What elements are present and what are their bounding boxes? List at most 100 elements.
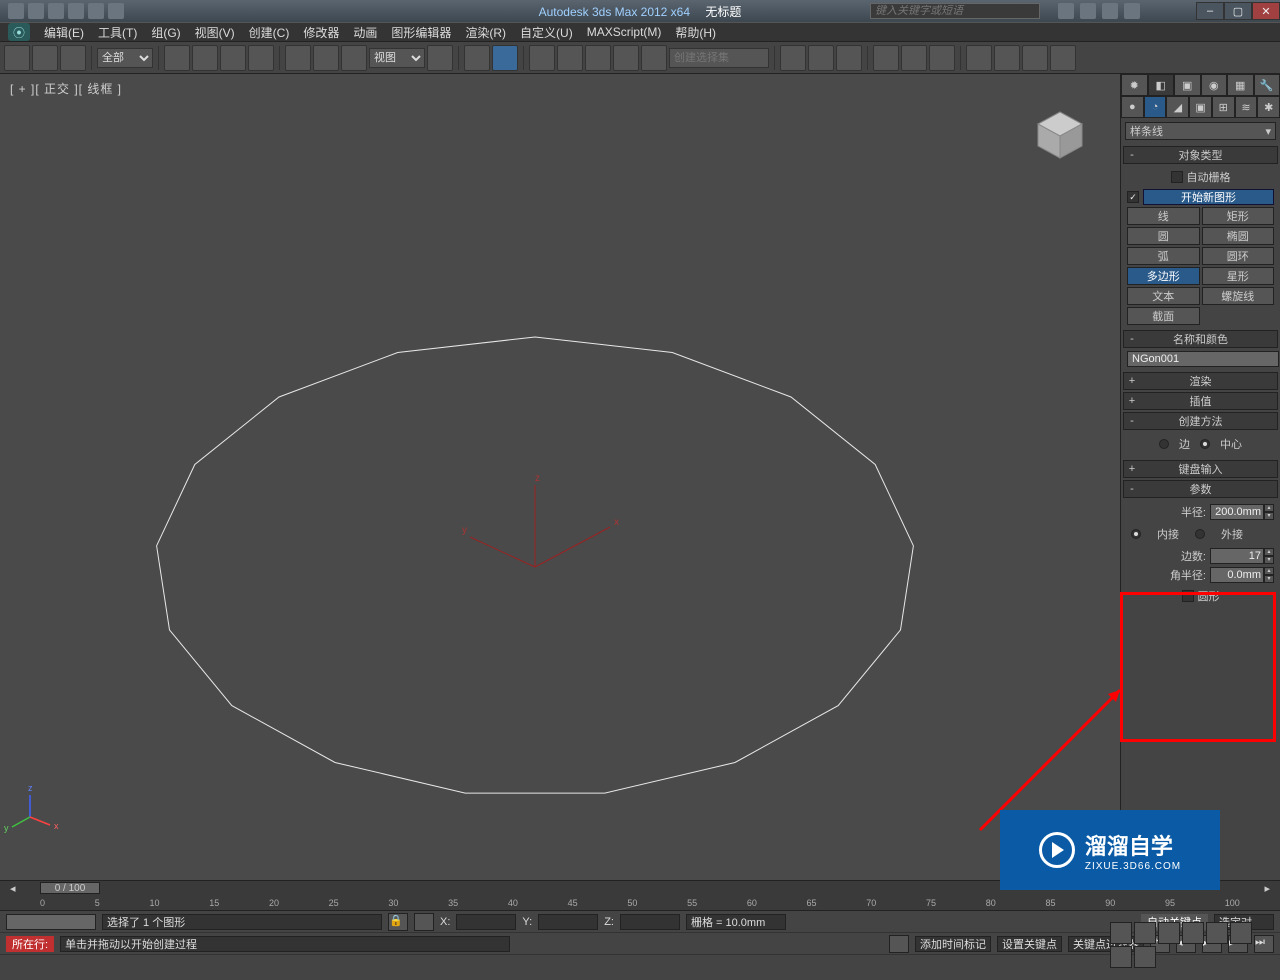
btn-text[interactable]: 文本 [1127, 287, 1200, 305]
rotate-icon[interactable] [313, 45, 339, 71]
menu-grapheditors[interactable]: 图形编辑器 [391, 24, 451, 41]
sub-cameras[interactable]: ▣ [1189, 96, 1212, 118]
edged-faces-icon[interactable] [613, 45, 639, 71]
menu-modifiers[interactable]: 修改器 [303, 24, 339, 41]
menu-help[interactable]: 帮助(H) [675, 24, 716, 41]
tab-motion[interactable]: ◉ [1201, 74, 1228, 96]
minmax-icon[interactable] [1134, 946, 1156, 968]
pan-icon[interactable] [1206, 922, 1228, 944]
close-button[interactable]: ✕ [1252, 2, 1280, 20]
menu-rendering[interactable]: 渲染(R) [465, 24, 506, 41]
btn-line[interactable]: 线 [1127, 207, 1200, 225]
unlink-icon[interactable] [32, 45, 58, 71]
tab-hierarchy[interactable]: ▣ [1174, 74, 1201, 96]
iso-icon[interactable] [414, 913, 434, 931]
lock-icon[interactable]: 🔒 [388, 913, 408, 931]
radio-edge[interactable] [1159, 439, 1169, 449]
fov-icon[interactable] [1182, 922, 1204, 944]
named-selset-icon[interactable] [641, 45, 667, 71]
rollout-namecolor-head[interactable]: -名称和颜色 [1123, 330, 1278, 348]
sub-helpers[interactable]: ⊞ [1212, 96, 1235, 118]
object-name-input[interactable] [1127, 351, 1279, 367]
menu-create[interactable]: 创建(C) [249, 24, 290, 41]
rollout-kbd-head[interactable]: +键盘输入 [1123, 460, 1278, 478]
ic-key-icon[interactable] [1080, 3, 1096, 19]
x-field[interactable] [456, 914, 516, 930]
link-icon[interactable] [4, 45, 30, 71]
sides-up-icon[interactable]: ▴ [1264, 548, 1274, 556]
corner-down-icon[interactable]: ▾ [1264, 575, 1274, 583]
percent-snap-icon[interactable] [557, 45, 583, 71]
scale-icon[interactable] [341, 45, 367, 71]
app-menu-icon[interactable]: ⦿ [8, 23, 30, 41]
newshape-checkbox[interactable] [1127, 191, 1139, 203]
tab-modify[interactable]: ◧ [1148, 74, 1175, 96]
infocenter-search[interactable] [870, 3, 1040, 19]
ic-search-icon[interactable] [1058, 3, 1074, 19]
menu-customize[interactable]: 自定义(U) [520, 24, 573, 41]
sides-down-icon[interactable]: ▾ [1264, 556, 1274, 564]
qat-open-icon[interactable] [28, 3, 44, 19]
curve-editor-icon[interactable] [873, 45, 899, 71]
menu-views[interactable]: 视图(V) [195, 24, 235, 41]
viewport-label[interactable]: [ + ][ 正交 ][ 线框 ] [10, 80, 122, 97]
menu-maxscript[interactable]: MAXScript(M) [587, 25, 662, 39]
category-dropdown[interactable]: 样条线▾ [1125, 122, 1276, 140]
qat-undo-icon[interactable] [68, 3, 84, 19]
rollout-method-head[interactable]: -创建方法 [1123, 412, 1278, 430]
bind-spacewarp-icon[interactable] [60, 45, 86, 71]
tab-display[interactable]: ▦ [1227, 74, 1254, 96]
rollout-interp-head[interactable]: +插值 [1123, 392, 1278, 410]
tab-utilities[interactable]: 🔧 [1254, 74, 1280, 96]
tag-icon[interactable] [889, 935, 909, 953]
rendered-frame-icon[interactable] [994, 45, 1020, 71]
snap-toggle-icon[interactable] [492, 45, 518, 71]
teapot-icon[interactable] [1050, 45, 1076, 71]
render-setup-icon[interactable] [966, 45, 992, 71]
selection-filter-dropdown[interactable]: 全部 [97, 48, 153, 68]
sub-lights[interactable]: ◢ [1166, 96, 1189, 118]
pivot-icon[interactable] [427, 45, 453, 71]
radio-circum[interactable] [1195, 529, 1205, 539]
y-field[interactable] [538, 914, 598, 930]
spinner-snap-icon[interactable] [585, 45, 611, 71]
circular-checkbox[interactable] [1182, 590, 1194, 602]
btn-arc[interactable]: 弧 [1127, 247, 1200, 265]
align-icon[interactable] [808, 45, 834, 71]
btn-ellipse[interactable]: 椭圆 [1202, 227, 1275, 245]
addtime-button[interactable]: 添加时间标记 [915, 936, 991, 952]
zoom-all-icon[interactable] [1134, 922, 1156, 944]
time-next-icon[interactable]: ▸ [1264, 882, 1270, 895]
menu-tools[interactable]: 工具(T) [98, 24, 137, 41]
sub-shapes[interactable]: ◔ [1144, 96, 1167, 118]
menu-animation[interactable]: 动画 [353, 24, 377, 41]
orbit-icon[interactable] [1230, 922, 1252, 944]
setkey-button[interactable]: 设置关键点 [997, 936, 1062, 952]
sub-systems[interactable]: ✱ [1257, 96, 1280, 118]
select-manipulate-icon[interactable] [464, 45, 490, 71]
corner-up-icon[interactable]: ▴ [1264, 567, 1274, 575]
window-crossing-icon[interactable] [248, 45, 274, 71]
maximize-button[interactable]: ▢ [1224, 2, 1252, 20]
menu-edit[interactable]: 编辑(E) [44, 24, 84, 41]
rollout-objtype-head[interactable]: -对象类型 [1123, 146, 1278, 164]
layers-icon[interactable] [836, 45, 862, 71]
rollout-params-head[interactable]: -参数 [1123, 480, 1278, 498]
minimize-button[interactable]: – [1196, 2, 1224, 20]
render-icon[interactable] [1022, 45, 1048, 71]
btn-section[interactable]: 截面 [1127, 307, 1200, 325]
named-selset-input[interactable] [669, 48, 769, 68]
menu-group[interactable]: 组(G) [151, 24, 180, 41]
zoom-ext-icon[interactable] [1158, 922, 1180, 944]
sides-input[interactable] [1210, 548, 1264, 564]
corner-input[interactable] [1210, 567, 1264, 583]
btn-ngon[interactable]: 多边形 [1127, 267, 1200, 285]
time-prev-icon[interactable]: ◂ [10, 882, 16, 895]
viewport-canvas[interactable]: z y x z x y [0, 74, 1120, 880]
material-editor-icon[interactable] [929, 45, 955, 71]
zoom-icon[interactable] [1110, 922, 1132, 944]
btn-star[interactable]: 星形 [1202, 267, 1275, 285]
time-knob[interactable]: 0 / 100 [40, 882, 100, 894]
viewcube[interactable] [1030, 104, 1090, 164]
radius-down-icon[interactable]: ▾ [1264, 512, 1274, 520]
